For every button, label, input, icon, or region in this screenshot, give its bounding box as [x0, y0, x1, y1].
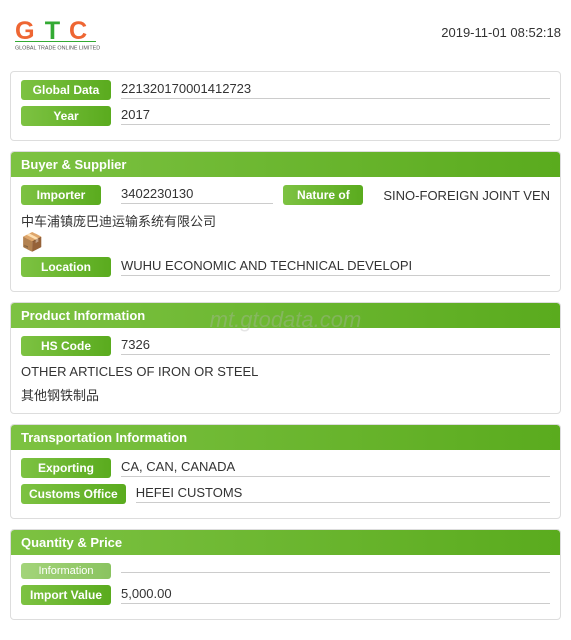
product-info-body: HS Code 7326 OTHER ARTICLES OF IRON OR S…: [11, 328, 560, 413]
timestamp: 2019-11-01 08:52:18: [441, 25, 561, 40]
hs-code-label: HS Code: [21, 336, 111, 356]
buyer-supplier-body: Importer 3402230130 Nature of SINO-FOREI…: [11, 177, 560, 291]
transportation-header: Transportation Information: [11, 425, 560, 450]
product-info-section: Product Information HS Code 7326 OTHER A…: [10, 302, 561, 414]
quantity-price-header: Quantity & Price: [11, 530, 560, 555]
hs-code-row: HS Code 7326: [21, 336, 550, 356]
quantity-price-section: Quantity & Price Information Import Valu…: [10, 529, 561, 620]
exporting-row: Exporting CA, CAN, CANADA: [21, 458, 550, 478]
import-value: 5,000.00: [121, 586, 550, 604]
exporting-value: CA, CAN, CANADA: [121, 459, 550, 477]
year-value: 2017: [121, 107, 550, 125]
customs-label: Customs Office: [21, 484, 126, 504]
location-row: Location WUHU ECONOMIC AND TECHNICAL DEV…: [21, 257, 550, 277]
hs-code-value: 7326: [121, 337, 550, 355]
logo-image: G T C GLOBAL TRADE ONLINE LIMITED: [10, 10, 110, 55]
location-value: WUHU ECONOMIC AND TECHNICAL DEVELOPI: [121, 258, 550, 276]
transportation-body: Exporting CA, CAN, CANADA Customs Office…: [11, 450, 560, 518]
hidden-info-row: Information: [21, 563, 550, 579]
import-value-row: Import Value 5,000.00: [21, 585, 550, 605]
nature-label: Nature of: [283, 185, 363, 205]
company-icon: 📦: [21, 232, 550, 253]
svg-text:GLOBAL TRADE ONLINE LIMITED: GLOBAL TRADE ONLINE LIMITED: [15, 46, 100, 52]
product-info-header: Product Information: [11, 303, 560, 328]
location-label: Location: [21, 257, 111, 277]
buyer-supplier-header: Buyer & Supplier: [11, 152, 560, 177]
svg-text:G: G: [15, 17, 35, 45]
svg-text:C: C: [69, 17, 87, 45]
global-data-section: Global Data 221320170001412723 Year 2017: [10, 71, 561, 141]
global-data-label: Global Data: [21, 80, 111, 100]
hidden-info-label: Information: [21, 563, 111, 579]
transportation-section: Transportation Information Exporting CA,…: [10, 424, 561, 519]
global-data-row: Global Data 221320170001412723: [21, 80, 550, 100]
logo-area: G T C GLOBAL TRADE ONLINE LIMITED: [10, 10, 110, 55]
year-label: Year: [21, 106, 111, 126]
importer-value: 3402230130: [121, 186, 273, 204]
customs-row: Customs Office HEFEI CUSTOMS: [21, 484, 550, 504]
exporting-label: Exporting: [21, 458, 111, 478]
product-desc-en: OTHER ARTICLES OF IRON OR STEEL: [21, 362, 550, 382]
nature-value: SINO-FOREIGN JOINT VEN: [383, 188, 550, 203]
importer-row: Importer 3402230130 Nature of SINO-FOREI…: [21, 185, 550, 205]
customs-value: HEFEI CUSTOMS: [136, 485, 550, 503]
import-value-label: Import Value: [21, 585, 111, 605]
product-desc-cn: 其他钢铁制品: [21, 386, 550, 406]
buyer-supplier-section: Buyer & Supplier Importer 3402230130 Nat…: [10, 151, 561, 292]
global-data-value: 221320170001412723: [121, 81, 550, 99]
importer-label: Importer: [21, 185, 101, 205]
page-header: G T C GLOBAL TRADE ONLINE LIMITED 2019-1…: [10, 10, 561, 61]
quantity-price-body: Information Import Value 5,000.00: [11, 555, 560, 619]
svg-text:T: T: [45, 17, 61, 45]
page-wrapper: mt.gtodata.com G T C GLOBAL TRADE ONLINE…: [0, 0, 571, 640]
global-data-body: Global Data 221320170001412723 Year 2017: [11, 72, 560, 140]
year-row: Year 2017: [21, 106, 550, 126]
hidden-info-value: [121, 570, 550, 573]
company-name: 中车浦镇庞巴迪运输系统有限公司: [21, 211, 550, 230]
